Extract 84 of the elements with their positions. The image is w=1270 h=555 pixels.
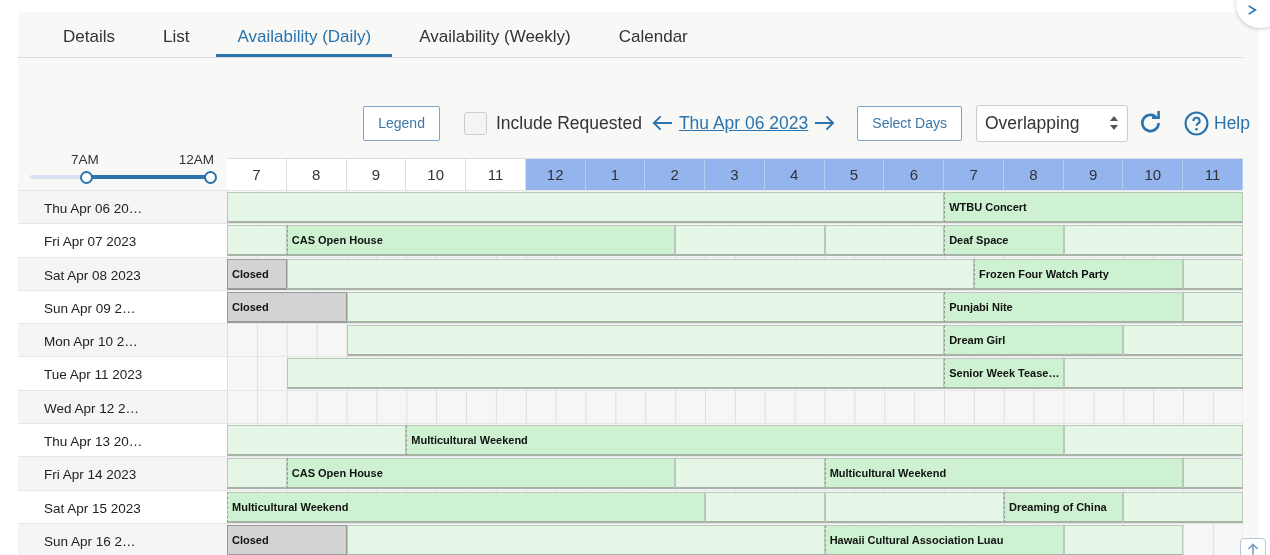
available-slot[interactable]	[675, 225, 825, 257]
hour-header: 6	[884, 158, 945, 190]
hour-header: 10	[1123, 158, 1184, 190]
event-block[interactable]: Multicultural Weekend	[406, 425, 1064, 457]
hour-header: 11	[1183, 158, 1243, 190]
closed-block[interactable]: Closed	[227, 524, 347, 555]
event-block[interactable]: Punjabi Nite	[944, 291, 1184, 323]
event-block[interactable]: Dream Girl	[944, 325, 1124, 357]
available-slot[interactable]	[227, 458, 287, 490]
hour-header: 1	[585, 158, 646, 190]
event-block[interactable]: Dreaming of China	[1003, 491, 1124, 523]
available-slot[interactable]	[675, 458, 825, 490]
tab[interactable]: Details	[42, 12, 136, 57]
slider-handle[interactable]	[204, 171, 217, 184]
chevron-icon	[1247, 4, 1257, 16]
hour-header: 9	[1063, 158, 1124, 190]
event-block[interactable]: CAS Open House	[286, 225, 676, 257]
date-cell-text: Thu Apr 06 20…	[43, 200, 144, 218]
help-link[interactable]: Help	[1184, 110, 1250, 136]
date-cell-text: Sun Apr 16 2…	[43, 532, 137, 551]
date-cell-text: Fri Apr 14 2023	[43, 466, 138, 485]
date-cell-text: Sat Apr 08 2023	[43, 266, 142, 285]
closed-block[interactable]: Closed	[227, 291, 347, 323]
date-link[interactable]: Thu Apr 06 2023	[678, 112, 809, 134]
available-slot[interactable]	[1063, 225, 1243, 257]
arrow-up-icon	[1246, 542, 1260, 555]
tab[interactable]: Availability (Daily)	[216, 12, 393, 57]
event-block[interactable]: Senior Week Tease…	[944, 358, 1064, 390]
available-slot[interactable]	[1183, 258, 1243, 290]
available-slot[interactable]	[286, 258, 975, 290]
available-slot[interactable]	[824, 225, 945, 257]
available-slot[interactable]	[346, 325, 945, 357]
legend-button[interactable]: Legend	[363, 105, 440, 141]
hour-header: 3	[705, 158, 765, 190]
date-cell-text: Mon Apr 10 2…	[43, 333, 139, 352]
event-block[interactable]: Frozen Four Watch Party	[974, 258, 1184, 290]
available-slot[interactable]	[705, 491, 825, 523]
slider-handle[interactable]	[79, 171, 93, 184]
sort-arrows-icon	[1109, 115, 1119, 131]
available-slot[interactable]	[346, 524, 825, 555]
event-block[interactable]: Hawaii Cultural Association Luau	[824, 524, 1064, 555]
select-days-button[interactable]: Select Days	[857, 105, 962, 141]
help-icon	[1184, 110, 1209, 136]
hour-header: 7	[944, 158, 1004, 190]
available-slot[interactable]	[1123, 325, 1243, 357]
available-slot[interactable]	[1183, 291, 1243, 323]
hour-header: 8	[1003, 158, 1064, 190]
date-cell-text: Sat Apr 15 2023	[43, 499, 142, 518]
checkbox-label: Include Requested	[495, 112, 642, 134]
hour-header: 5	[824, 158, 885, 190]
available-slot[interactable]	[286, 358, 945, 390]
date-cell-text: Wed Apr 12 2…	[43, 399, 141, 418]
available-slot[interactable]	[824, 491, 1004, 523]
event-block[interactable]: CAS Open House	[286, 458, 676, 490]
event-block[interactable]: WTBU Concert	[944, 192, 1243, 223]
tab[interactable]: Availability (Weekly)	[398, 12, 592, 57]
date-cell-text: Tue Apr 11 2023	[43, 366, 144, 385]
tab[interactable]: Calendar	[597, 12, 709, 57]
hour-header: 12	[525, 158, 586, 190]
available-slot[interactable]	[1123, 491, 1243, 523]
available-slot[interactable]	[1063, 425, 1243, 457]
range-start-label: 7AM	[71, 152, 99, 167]
arrow-left-icon[interactable]	[651, 115, 673, 131]
checkbox[interactable]	[463, 111, 487, 135]
available-slot[interactable]	[1183, 458, 1243, 490]
available-slot[interactable]	[227, 425, 407, 457]
available-slot[interactable]	[227, 225, 287, 257]
event-block[interactable]: Multicultural Weekend	[824, 458, 1184, 490]
event-block[interactable]: Multicultural Weekend	[227, 491, 706, 523]
available-slot[interactable]	[227, 192, 945, 223]
available-slot[interactable]	[346, 291, 945, 323]
hour-header: 2	[645, 158, 706, 190]
closed-block[interactable]: Closed	[227, 258, 287, 290]
tab[interactable]: List	[141, 12, 211, 57]
available-slot[interactable]	[1063, 524, 1184, 555]
date-cell-text: Fri Apr 07 2023	[43, 233, 138, 252]
mode-select[interactable]: Overlapping	[976, 104, 1128, 142]
arrow-right-icon[interactable]	[814, 115, 836, 131]
range-end-label: 12AM	[178, 152, 214, 167]
date-cell-text: Sun Apr 09 2…	[43, 299, 137, 318]
available-slot[interactable]	[1063, 358, 1243, 390]
date-cell-text: Thu Apr 13 20…	[43, 433, 144, 452]
event-block[interactable]: Deaf Space	[944, 225, 1064, 257]
hour-header: 4	[764, 158, 825, 190]
